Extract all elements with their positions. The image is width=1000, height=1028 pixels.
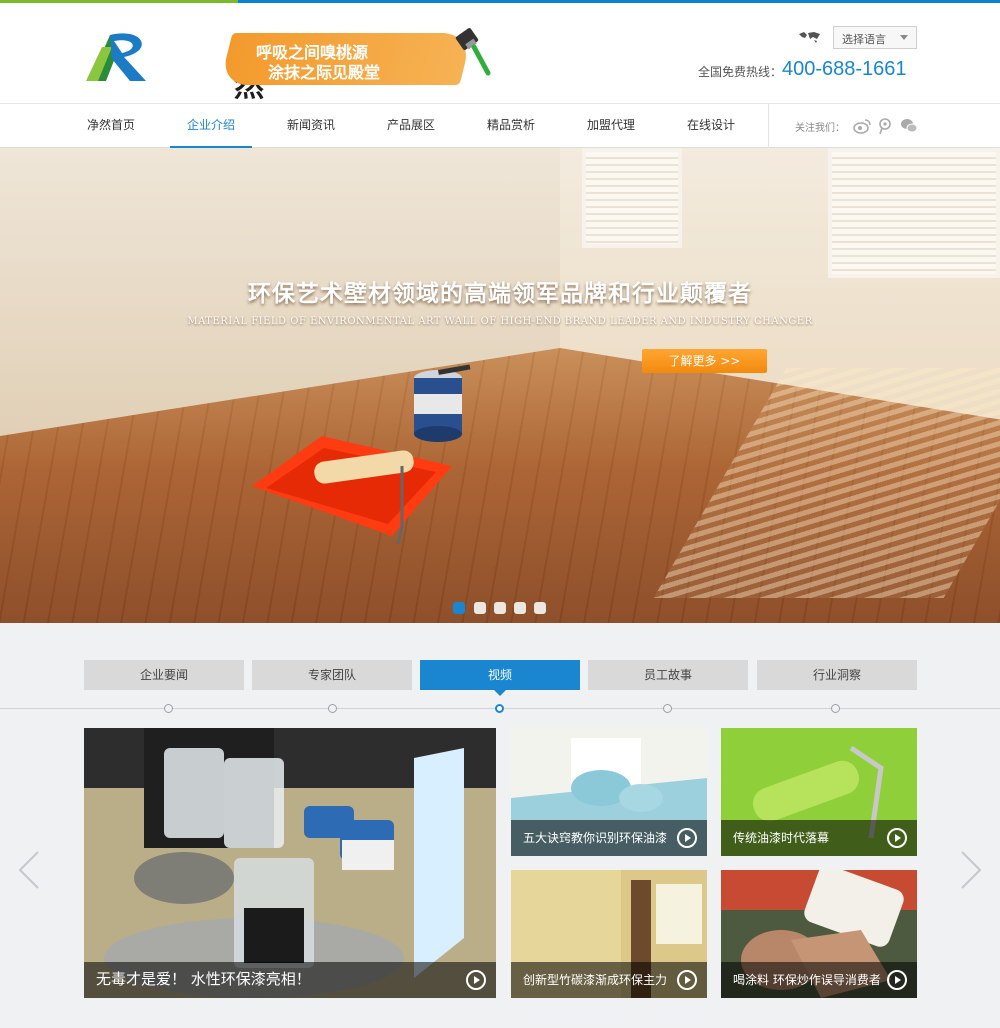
video-card[interactable]: 五大诀窍教你识别环保油漆 bbox=[511, 728, 707, 856]
hotline-label: 全国免费热线： bbox=[698, 65, 783, 79]
carousel-dot[interactable] bbox=[494, 602, 506, 614]
video-caption: 五大诀窍教你识别环保油漆 bbox=[523, 831, 668, 845]
tab-video[interactable]: 视频 bbox=[420, 660, 580, 690]
slogan-banner: 呼吸之间嗅桃源 涂抹之际见殿堂 bbox=[219, 25, 496, 91]
nav-divider bbox=[768, 104, 769, 148]
video-caption: 传统油漆时代落幕 bbox=[733, 831, 830, 845]
video-caption: 喝涂料 环保炒作误导消费者 bbox=[733, 973, 881, 987]
tab-industry-insights[interactable]: 行业洞察 bbox=[757, 660, 917, 690]
featured-video-thumbnail bbox=[84, 728, 496, 998]
main-nav: 净然首页 企业介绍 新闻资讯 产品展区 精品赏析 加盟代理 在线设计 关注我们： bbox=[0, 103, 1000, 148]
timeline-dot bbox=[663, 704, 672, 713]
header: R 净然 呼吸之间嗅桃源 涂抹之际见殿堂 选择语言 全国免费热线： 400-68… bbox=[0, 3, 1000, 103]
hero-window-right bbox=[828, 148, 1000, 278]
brand-logo[interactable]: R 净然 bbox=[84, 23, 264, 103]
hotline-number: 400-688-1661 bbox=[782, 58, 907, 80]
language-select-label: 选择语言 bbox=[842, 33, 886, 46]
timeline-dot bbox=[328, 704, 337, 713]
play-icon[interactable] bbox=[887, 970, 907, 990]
hero-title: 环保艺术壁材领域的高端领军品牌和行业颠覆者 bbox=[248, 281, 752, 307]
wechat-icon[interactable] bbox=[900, 117, 918, 135]
tab-employee-stories[interactable]: 员工故事 bbox=[588, 660, 748, 690]
tab-expert-team[interactable]: 专家团队 bbox=[252, 660, 412, 690]
hero-window-center bbox=[582, 148, 682, 248]
next-arrow-icon[interactable] bbox=[958, 850, 984, 890]
carousel-dot[interactable] bbox=[514, 602, 526, 614]
timeline-dot bbox=[831, 704, 840, 713]
nav-item-about[interactable]: 企业介绍 bbox=[170, 104, 252, 148]
slogan-line-2: 涂抹之际见殿堂 bbox=[268, 63, 381, 82]
timeline-dot-active bbox=[495, 704, 504, 713]
video-card[interactable]: 喝涂料 环保炒作误导消费者 bbox=[721, 870, 917, 998]
learn-more-button[interactable]: 了解更多 >> bbox=[642, 349, 767, 373]
follow-us-label: 关注我们： bbox=[795, 123, 845, 134]
nav-item-franchise[interactable]: 加盟代理 bbox=[570, 104, 652, 148]
nav-item-home[interactable]: 净然首页 bbox=[70, 104, 152, 148]
logo-mark-icon: R bbox=[84, 23, 146, 81]
carousel-dot[interactable] bbox=[474, 602, 486, 614]
chevron-down-icon bbox=[900, 35, 908, 40]
paint-brush-icon bbox=[455, 28, 491, 76]
nav-item-gallery[interactable]: 精品赏析 bbox=[470, 104, 552, 148]
tab-company-news[interactable]: 企业要闻 bbox=[84, 660, 244, 690]
play-icon[interactable] bbox=[887, 828, 907, 848]
weibo-icon[interactable] bbox=[853, 117, 871, 135]
video-card[interactable]: 创新型竹碳漆渐成环保主力 bbox=[511, 870, 707, 998]
hero-banner: 环保艺术壁材领域的高端领军品牌和行业颠覆者 MATERIAL FIELD OF … bbox=[0, 148, 1000, 623]
nav-item-online-design[interactable]: 在线设计 bbox=[670, 104, 752, 148]
world-map-icon bbox=[799, 32, 820, 43]
hero-subtitle: MATERIAL FIELD OF ENVIRONMENTAL ART WALL… bbox=[187, 316, 813, 327]
svg-text:R: R bbox=[84, 23, 85, 24]
featured-video-card[interactable]: 无毒才是爱！ 水性环保漆亮相！ bbox=[84, 728, 496, 998]
video-caption: 创新型竹碳漆渐成环保主力 bbox=[523, 973, 668, 987]
language-select[interactable]: 选择语言 bbox=[833, 26, 917, 49]
play-icon[interactable] bbox=[677, 828, 697, 848]
prev-arrow-icon[interactable] bbox=[16, 850, 42, 890]
video-card[interactable]: 传统油漆时代落幕 bbox=[721, 728, 917, 856]
nav-item-products[interactable]: 产品展区 bbox=[370, 104, 452, 148]
content-tabs: 企业要闻 专家团队 视频 员工故事 行业洞察 bbox=[0, 660, 1000, 690]
carousel-dot[interactable] bbox=[453, 602, 465, 614]
paint-tray-roller-icon bbox=[252, 436, 452, 545]
tencent-weibo-icon[interactable] bbox=[876, 117, 894, 135]
tab-pointer-icon bbox=[494, 690, 506, 696]
play-icon[interactable] bbox=[677, 970, 697, 990]
play-icon[interactable] bbox=[466, 970, 486, 990]
carousel-dot[interactable] bbox=[534, 602, 546, 614]
featured-video-caption: 无毒才是爱！ 水性环保漆亮相！ bbox=[96, 970, 311, 988]
timeline-dot bbox=[164, 704, 173, 713]
nav-item-news[interactable]: 新闻资讯 bbox=[270, 104, 352, 148]
